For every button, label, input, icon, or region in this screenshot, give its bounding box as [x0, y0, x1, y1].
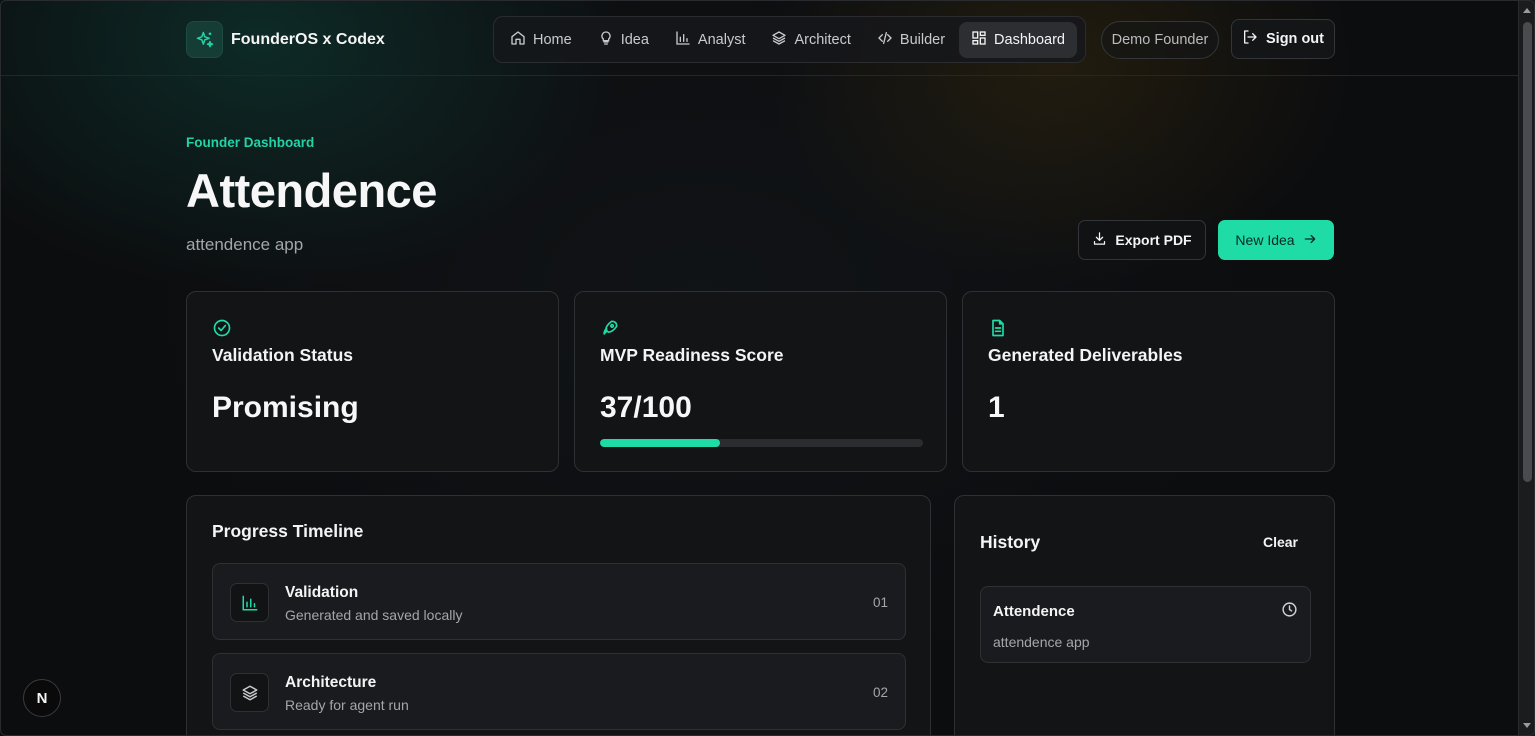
clock-icon [1281, 601, 1298, 623]
new-idea-label: New Idea [1235, 232, 1295, 248]
timeline-item-validation[interactable]: Validation Generated and saved locally 0… [212, 563, 906, 640]
nav-label: Home [533, 31, 572, 48]
scrollbar[interactable] [1518, 0, 1535, 736]
brand-name: FounderOS x Codex [231, 30, 385, 48]
scrollbar-thumb[interactable] [1523, 22, 1532, 482]
mvp-progress-fill [600, 439, 720, 447]
timeline-item-number: 01 [872, 595, 888, 610]
bar-chart-icon [230, 583, 269, 622]
nav-item-builder[interactable]: Builder [865, 22, 957, 58]
main-nav: Home Idea Analyst Architect Builder Dash… [493, 16, 1086, 63]
nav-label: Architect [794, 31, 851, 48]
nav-item-dashboard[interactable]: Dashboard [959, 21, 1077, 58]
dev-tools-badge[interactable]: N [23, 679, 61, 717]
sign-out-label: Sign out [1266, 31, 1324, 47]
stat-value: 1 [988, 391, 1005, 424]
stat-value: 37/100 [600, 391, 692, 424]
rocket-icon [600, 318, 620, 343]
history-item-name: Attendence [993, 603, 1075, 620]
arrow-right-icon [1303, 232, 1317, 249]
nav-label: Idea [620, 31, 649, 48]
nav-label: Analyst [697, 31, 746, 48]
lightbulb-icon [598, 30, 614, 50]
history-item[interactable]: Attendence attendence app [980, 586, 1311, 663]
timeline-item-subtitle: Ready for agent run [285, 697, 409, 713]
progress-timeline-card: Progress Timeline Validation Generated a… [186, 495, 931, 736]
sparkles-icon [186, 21, 223, 58]
scroll-down-icon[interactable] [1523, 723, 1531, 728]
timeline-item-title: Validation [285, 584, 359, 601]
timeline-item-subtitle: Generated and saved locally [285, 607, 463, 623]
nav-label: Builder [899, 31, 946, 48]
log-out-icon [1242, 29, 1258, 49]
bar-chart-icon [675, 30, 691, 50]
sign-out-button[interactable]: Sign out [1231, 19, 1335, 59]
export-pdf-button[interactable]: Export PDF [1078, 220, 1206, 260]
home-icon [510, 30, 526, 50]
nav-item-architect[interactable]: Architect [759, 22, 862, 58]
history-title: History [980, 532, 1041, 552]
timeline-item-title: Architecture [285, 674, 377, 691]
layers-icon [771, 30, 787, 50]
code-icon [877, 30, 893, 50]
check-circle-icon [212, 318, 232, 343]
section-title: Progress Timeline [212, 521, 364, 541]
page-title: Attendence [186, 164, 437, 217]
file-text-icon [988, 318, 1008, 343]
nav-item-idea[interactable]: Idea [586, 22, 661, 58]
history-item-subtitle: attendence app [993, 634, 1090, 650]
scroll-up-icon[interactable] [1523, 8, 1531, 13]
nav-label: Dashboard [994, 31, 1065, 48]
mvp-readiness-card: MVP Readiness Score 37/100 [574, 291, 947, 472]
top-header: FounderOS x Codex Home Idea Analyst Arch… [0, 0, 1518, 76]
nav-item-home[interactable]: Home [498, 22, 584, 58]
timeline-item-architecture[interactable]: Architecture Ready for agent run 02 [212, 653, 906, 730]
export-pdf-label: Export PDF [1115, 232, 1192, 248]
page-eyebrow: Founder Dashboard [186, 135, 315, 150]
clear-history-button[interactable]: Clear [1263, 534, 1298, 550]
mvp-progress-bar [600, 439, 923, 447]
stat-value: Promising [212, 391, 359, 424]
brand[interactable]: FounderOS x Codex [186, 21, 385, 58]
nav-item-analyst[interactable]: Analyst [663, 22, 758, 58]
history-card: History Clear Attendence attendence app [954, 495, 1335, 736]
dashboard-icon [971, 30, 987, 50]
download-icon [1092, 231, 1107, 249]
stat-label: Validation Status [212, 345, 353, 365]
new-idea-button[interactable]: New Idea [1218, 220, 1334, 260]
layers-icon [230, 673, 269, 712]
stat-label: Generated Deliverables [988, 345, 1183, 365]
timeline-item-number: 02 [872, 685, 888, 700]
stat-label: MVP Readiness Score [600, 345, 784, 365]
validation-status-card: Validation Status Promising [186, 291, 559, 472]
user-name-pill[interactable]: Demo Founder [1101, 21, 1219, 59]
page-subtitle: attendence app [186, 235, 304, 254]
deliverables-card: Generated Deliverables 1 [962, 291, 1335, 472]
